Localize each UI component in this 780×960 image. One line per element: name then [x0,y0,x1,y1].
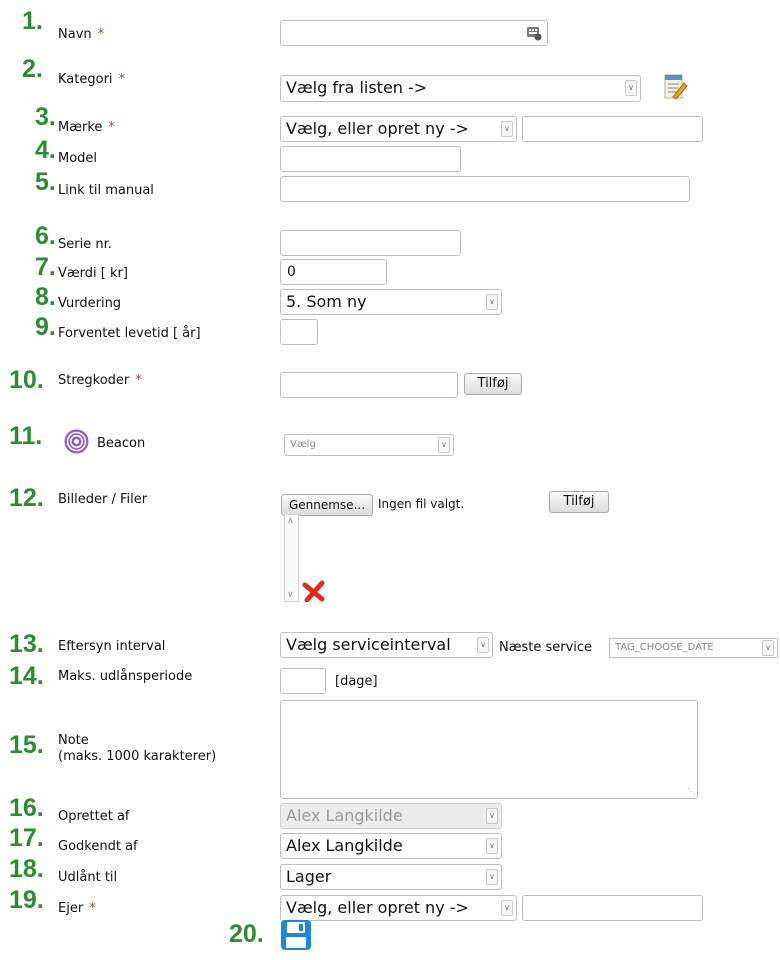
stregkoder-input[interactable] [280,372,458,398]
step-number: 15. [9,731,44,759]
chevron-down-icon: ∨ [486,869,498,885]
beacon-select[interactable]: Vælg ∨ [284,434,454,456]
link-input[interactable] [280,176,690,202]
label-eftersyn: Eftersyn interval [58,639,166,654]
step-number: 1. [22,7,43,35]
label-billeder: Billeder / Filer [58,492,148,507]
navn-input[interactable] [280,20,548,46]
label-serie: Serie nr. [58,237,112,252]
resize-handle-icon[interactable]: ⋱ [687,788,695,796]
maerke-new-input[interactable] [522,116,703,142]
label-levetid: Forventet levetid [ år] [58,326,201,341]
levetid-input[interactable] [280,319,318,345]
label-note: Note (maks. 1000 karakterer) [58,733,217,765]
label-godkendt: Godkendt af [58,839,138,854]
step-number: 18. [9,855,44,883]
chevron-down-icon: ∨ [762,640,774,656]
chevron-down-icon: ∨ [486,294,498,310]
model-input[interactable] [280,146,461,172]
udlaan-unit: [dage] [335,674,378,689]
ejer-select[interactable]: Vælg, eller opret ny -> ∨ [280,895,517,921]
step-number: 9. [35,313,56,341]
step-number: 14. [9,662,44,690]
chevron-down-icon: ∨ [501,121,513,137]
scroll-up-icon[interactable]: ∧ [287,516,294,526]
label-oprettet: Oprettet af [58,809,130,824]
step-number: 13. [9,630,44,658]
step-number: 6. [35,222,56,250]
browse-file-button[interactable]: Gennemse... [281,494,373,516]
label-ejer: Ejer * [58,901,96,916]
step-number: 20. [229,920,264,948]
label-model: Model [58,151,98,166]
kategori-select[interactable]: Vælg fra listen -> ∨ [280,75,641,102]
step-number: 19. [9,886,44,914]
add-stregkode-button[interactable]: Tilføj [464,373,522,395]
eftersyn-select[interactable]: Vælg serviceinterval ∨ [280,632,493,658]
beacon-icon [64,429,89,454]
chevron-down-icon: ∨ [501,900,513,916]
step-number: 7. [35,253,56,281]
naeste-service-select[interactable]: TAG_CHOOSE_DATE ∨ [609,638,778,658]
step-number: 5. [35,168,56,196]
label-kategori: Kategori * [58,72,126,87]
godkendt-select[interactable]: Alex Langkilde ∨ [280,833,502,859]
save-icon[interactable] [280,919,312,951]
chevron-down-icon: ∨ [477,637,489,653]
edit-list-icon[interactable] [663,71,689,101]
vaerdi-input[interactable]: 0 [280,259,387,285]
step-number: 4. [35,136,56,164]
naeste-service-label: Næste service [499,640,593,655]
note-textarea[interactable]: ⋱ [280,700,698,799]
step-number: 17. [9,824,44,852]
label-vaerdi: Værdi [ kr] [58,266,128,281]
step-number: 11. [9,422,43,450]
udlaan-input[interactable] [280,668,326,694]
step-number: 16. [9,794,44,822]
chevron-down-icon: ∨ [486,838,498,854]
label-link: Link til manual [58,183,154,198]
delete-icon[interactable] [302,580,326,603]
label-udlaant: Udlånt til [58,870,118,885]
ejer-new-input[interactable] [522,895,703,921]
oprettet-select: Alex Langkilde ∨ [280,803,502,829]
scroll-down-icon[interactable]: ∨ [287,590,294,600]
maerke-select[interactable]: Vælg, eller opret ny -> ∨ [280,116,517,142]
udlaant-select[interactable]: Lager ∨ [280,864,502,890]
no-file-chosen-text: Ingen fil valgt. [378,497,465,511]
add-file-button[interactable]: Tilføj [549,491,609,513]
label-udlaan: Maks. udlånsperiode [58,669,193,684]
chevron-down-icon: ∨ [625,80,637,96]
label-navn: Navn * [58,27,105,42]
chevron-down-icon: ∨ [438,437,450,453]
vurdering-select[interactable]: 5. Som ny ∨ [280,289,502,315]
chevron-down-icon: ∨ [486,808,498,824]
serie-input[interactable] [280,230,461,256]
step-number: 8. [35,283,56,311]
label-vurdering: Vurdering [58,296,122,311]
label-stregkoder: Stregkoder * [58,373,142,388]
step-number: 12. [9,484,44,512]
step-number: 2. [22,55,43,83]
label-beacon: Beacon [97,436,146,451]
label-maerke: Mærke * [58,120,115,135]
keyboard-icon[interactable] [526,25,542,41]
file-list-box[interactable]: ∧ ∨ [284,514,299,602]
step-number: 3. [35,103,56,131]
step-number: 10. [9,366,44,394]
